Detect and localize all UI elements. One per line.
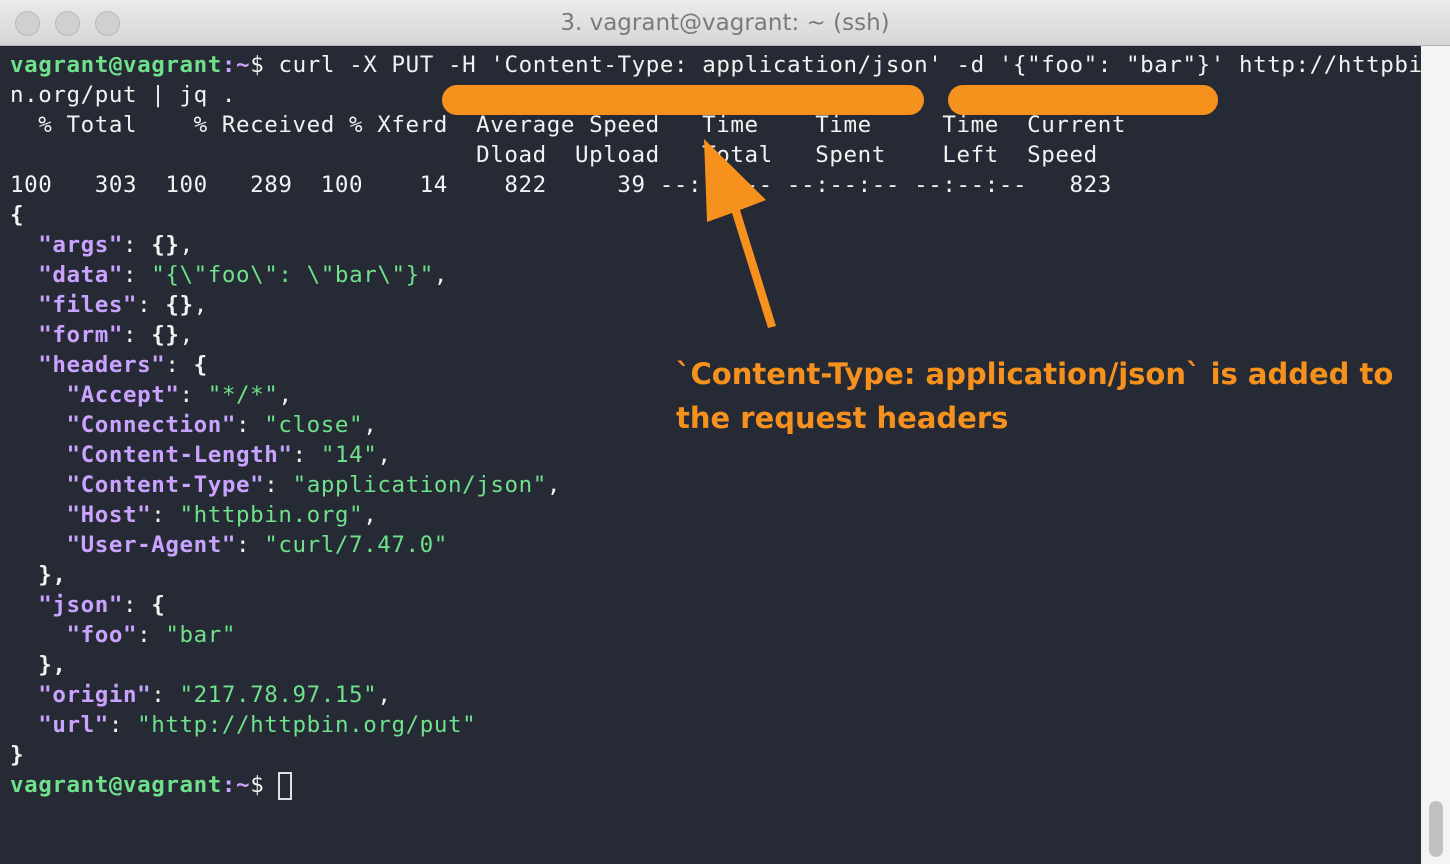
terminal-window: 3. vagrant@vagrant: ~ (ssh) vagrant@vagr… [0,0,1450,864]
annotation-text: `Content-Type: application/json` is adde… [676,357,1394,435]
scrollbar[interactable] [1421,46,1450,864]
scrollbar-thumb[interactable] [1429,801,1443,857]
